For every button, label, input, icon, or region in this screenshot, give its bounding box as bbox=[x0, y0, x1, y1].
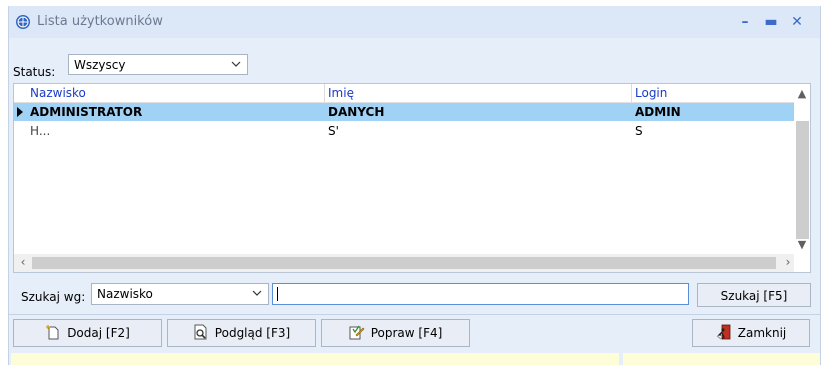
edit-button-label: Popraw [F4] bbox=[370, 325, 443, 340]
cell-imie: DANYCH bbox=[328, 105, 385, 119]
scroll-left-icon[interactable]: ‹ bbox=[17, 256, 29, 268]
title-bar[interactable]: Lista użytkowników – ▬ ✕ bbox=[9, 6, 820, 38]
search-field-value: Nazwisko bbox=[97, 287, 153, 301]
new-document-icon bbox=[46, 325, 59, 340]
status-bar-panel bbox=[11, 353, 619, 365]
cell-login: S bbox=[635, 124, 643, 138]
column-header-login[interactable]: Login bbox=[635, 86, 667, 100]
search-row: Szukaj wg: Nazwisko Szukaj [F5] bbox=[9, 276, 820, 312]
chevron-down-icon bbox=[252, 290, 262, 296]
divider bbox=[9, 314, 820, 315]
users-grid[interactable]: Nazwisko Imię Login ADMINISTRATOR DANYCH… bbox=[13, 83, 811, 273]
preview-button-label: Podgląd [F3] bbox=[214, 325, 291, 340]
globe-users-icon bbox=[16, 15, 30, 29]
close-window-button[interactable]: ✕ bbox=[787, 12, 807, 32]
close-button[interactable]: Zamknij bbox=[692, 319, 810, 347]
preview-magnifier-icon bbox=[194, 324, 207, 340]
close-button-label: Zamknij bbox=[737, 325, 787, 340]
grid-header: Nazwisko Imię Login bbox=[14, 84, 810, 103]
column-separator[interactable] bbox=[324, 84, 325, 102]
column-header-imie[interactable]: Imię bbox=[328, 86, 354, 100]
status-select[interactable]: Wszyscy bbox=[68, 54, 248, 75]
exit-door-icon bbox=[716, 324, 731, 340]
edit-button[interactable]: Popraw [F4] bbox=[321, 319, 470, 347]
maximize-button[interactable]: ▬ bbox=[761, 12, 781, 32]
search-field-select[interactable]: Nazwisko bbox=[91, 283, 269, 305]
column-separator[interactable] bbox=[631, 84, 632, 102]
search-by-label: Szukaj wg: bbox=[21, 290, 86, 304]
search-input[interactable] bbox=[272, 283, 689, 305]
window-title: Lista użytkowników bbox=[37, 14, 163, 29]
scroll-right-icon[interactable]: › bbox=[782, 256, 794, 268]
minimize-button[interactable]: – bbox=[735, 12, 755, 32]
add-button-label: Dodaj [F2] bbox=[67, 325, 130, 340]
table-row[interactable]: H... S' S bbox=[14, 122, 810, 140]
status-bar-panel bbox=[623, 353, 820, 365]
status-select-value: Wszyscy bbox=[74, 58, 126, 72]
vertical-scroll-thumb[interactable] bbox=[796, 121, 809, 239]
cell-nazwisko: ADMINISTRATOR bbox=[30, 105, 143, 119]
column-header-nazwisko[interactable]: Nazwisko bbox=[30, 86, 86, 100]
edit-document-icon bbox=[349, 325, 365, 340]
vertical-scrollbar[interactable]: ▲ ▼ bbox=[794, 84, 810, 254]
table-row[interactable]: ADMINISTRATOR DANYCH ADMIN bbox=[14, 103, 810, 121]
preview-button[interactable]: Podgląd [F3] bbox=[167, 319, 316, 347]
scroll-up-icon[interactable]: ▲ bbox=[796, 88, 808, 100]
users-list-window: Lista użytkowników – ▬ ✕ Status: Wszyscy… bbox=[8, 6, 821, 365]
chevron-down-icon bbox=[231, 61, 241, 67]
text-caret bbox=[277, 287, 278, 301]
add-button[interactable]: Dodaj [F2] bbox=[13, 319, 162, 347]
cell-imie: S' bbox=[328, 124, 339, 138]
status-label: Status: bbox=[13, 65, 56, 79]
search-button[interactable]: Szukaj [F5] bbox=[697, 283, 811, 307]
search-button-label: Szukaj [F5] bbox=[720, 289, 788, 303]
horizontal-scroll-thumb[interactable] bbox=[32, 257, 776, 269]
cell-login: ADMIN bbox=[635, 105, 681, 119]
cell-nazwisko: H... bbox=[30, 124, 51, 138]
scroll-down-icon[interactable]: ▼ bbox=[796, 239, 808, 251]
horizontal-scrollbar[interactable]: ‹ › bbox=[14, 254, 794, 272]
current-row-pointer-icon bbox=[17, 107, 23, 117]
